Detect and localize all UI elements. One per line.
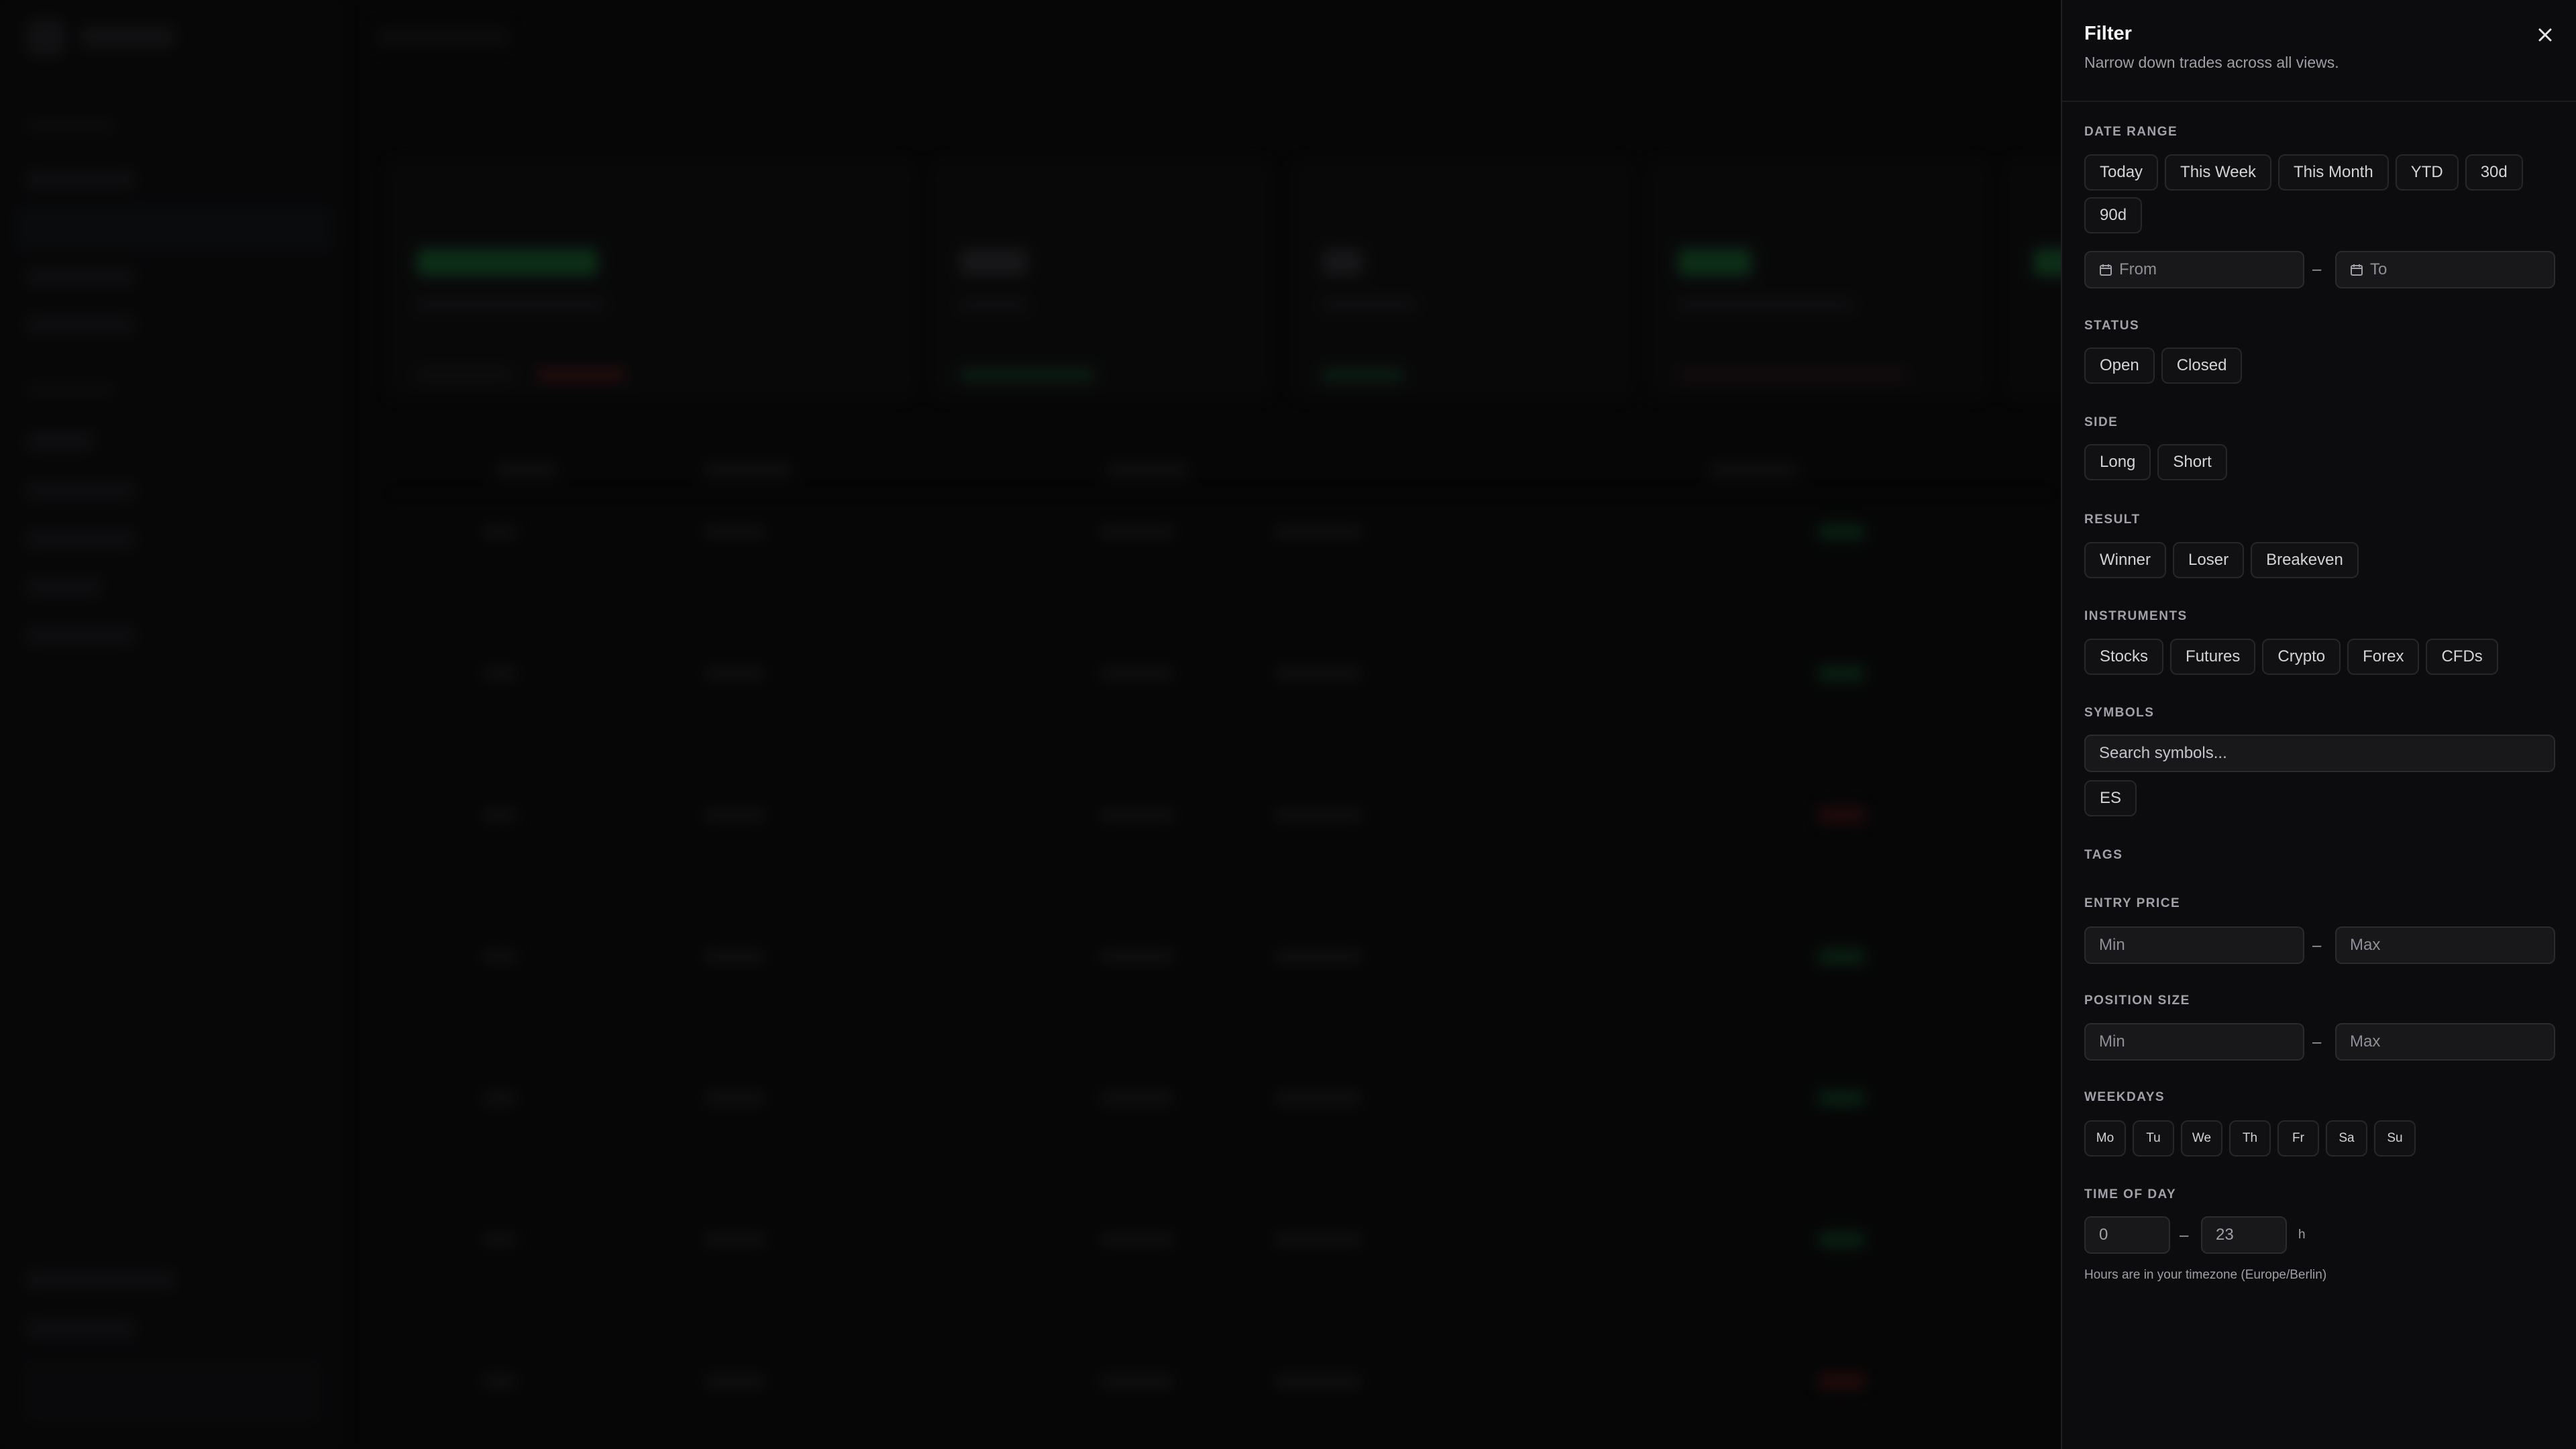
entry-price-min-input[interactable]: Min xyxy=(2084,926,2304,964)
time-from-value: 0 xyxy=(2099,1226,2108,1244)
filter-panel: Filter Narrow down trades across all vie… xyxy=(2061,0,2576,1449)
result-label: RESULT xyxy=(2084,513,2141,527)
date-from-input[interactable]: From xyxy=(2084,251,2304,288)
entry-price-min-placeholder: Min xyxy=(2099,936,2125,954)
symbols-label: SYMBOLS xyxy=(2084,706,2155,720)
weekday-tu-chip[interactable]: Tu xyxy=(2133,1120,2174,1157)
calendar-icon xyxy=(2099,263,2112,276)
time-unit: h xyxy=(2298,1228,2306,1242)
modal-overlay[interactable] xyxy=(0,0,2061,1449)
position-size-min-placeholder: Min xyxy=(2099,1032,2125,1051)
position-size-label: POSITION SIZE xyxy=(2084,994,2190,1008)
date-from-placeholder: From xyxy=(2119,260,2157,278)
close-icon xyxy=(2538,28,2552,42)
result-loser-chip[interactable]: Loser xyxy=(2173,542,2245,578)
side-label: SIDE xyxy=(2084,415,2118,429)
entry-price-max-placeholder: Max xyxy=(2350,936,2381,954)
entry-price-separator: – xyxy=(2312,936,2322,955)
instruments-label: INSTRUMENTS xyxy=(2084,609,2188,623)
position-size-max-input[interactable]: Max xyxy=(2335,1023,2555,1061)
close-button[interactable] xyxy=(2532,21,2559,48)
tags-label: TAGS xyxy=(2084,848,2123,862)
weekday-fr-chip[interactable]: Fr xyxy=(2277,1120,2319,1157)
status-closed-chip[interactable]: Closed xyxy=(2161,347,2243,384)
time-to-value: 23 xyxy=(2216,1226,2234,1244)
side-long-chip[interactable]: Long xyxy=(2084,444,2151,480)
date-to-input[interactable]: To xyxy=(2335,251,2555,288)
filter-title: Filter xyxy=(2084,23,2132,44)
side-short-chip[interactable]: Short xyxy=(2157,444,2227,480)
result-breakeven-chip[interactable]: Breakeven xyxy=(2251,542,2359,578)
time-from-input[interactable]: 0 xyxy=(2084,1216,2170,1254)
status-options: Open Closed xyxy=(2084,347,2554,384)
position-size-separator: – xyxy=(2312,1033,2322,1051)
entry-price-max-input[interactable]: Max xyxy=(2335,926,2555,964)
filter-panel-header: Filter Narrow down trades across all vie… xyxy=(2062,0,2576,102)
date-range-label: DATE RANGE xyxy=(2084,125,2178,139)
status-open-chip[interactable]: Open xyxy=(2084,347,2155,384)
instrument-cfds-chip[interactable]: CFDs xyxy=(2426,639,2498,675)
calendar-icon xyxy=(2350,263,2363,276)
filter-subtitle: Narrow down trades across all views. xyxy=(2084,54,2339,71)
instrument-crypto-chip[interactable]: Crypto xyxy=(2262,639,2341,675)
position-size-max-placeholder: Max xyxy=(2350,1032,2381,1051)
side-options: Long Short xyxy=(2084,444,2554,480)
instrument-options: Stocks Futures Crypto Forex CFDs xyxy=(2084,639,2554,675)
weekday-su-chip[interactable]: Su xyxy=(2374,1120,2416,1157)
entry-price-label: ENTRY PRICE xyxy=(2084,896,2181,910)
symbol-search-placeholder: Search symbols... xyxy=(2099,744,2227,762)
date-range-separator: – xyxy=(2312,260,2322,278)
symbol-es-chip[interactable]: ES xyxy=(2084,780,2137,816)
weekday-th-chip[interactable]: Th xyxy=(2229,1120,2271,1157)
timezone-hint: Hours are in your timezone (Europe/Berli… xyxy=(2084,1268,2327,1282)
position-size-min-input[interactable]: Min xyxy=(2084,1023,2304,1061)
time-to-input[interactable]: 23 xyxy=(2201,1216,2287,1254)
result-winner-chip[interactable]: Winner xyxy=(2084,542,2167,578)
date-preset-30d[interactable]: 30d xyxy=(2465,154,2523,191)
weekday-we-chip[interactable]: We xyxy=(2181,1120,2222,1157)
weekday-options: Mo Tu We Th Fr Sa Su xyxy=(2084,1120,2554,1157)
instrument-stocks-chip[interactable]: Stocks xyxy=(2084,639,2164,675)
date-preset-this-week[interactable]: This Week xyxy=(2165,154,2271,191)
symbol-search-input[interactable]: Search symbols... xyxy=(2084,735,2555,772)
time-of-day-label: TIME OF DAY xyxy=(2084,1187,2177,1201)
instrument-forex-chip[interactable]: Forex xyxy=(2347,639,2420,675)
date-range-presets: Today This Week This Month YTD 30d 90d xyxy=(2084,154,2527,233)
time-of-day-separator: – xyxy=(2180,1226,2189,1244)
status-label: STATUS xyxy=(2084,319,2140,333)
date-to-placeholder: To xyxy=(2370,260,2387,278)
weekday-sa-chip[interactable]: Sa xyxy=(2326,1120,2367,1157)
date-preset-90d[interactable]: 90d xyxy=(2084,197,2143,233)
date-preset-today[interactable]: Today xyxy=(2084,154,2159,191)
weekdays-label: WEEKDAYS xyxy=(2084,1090,2165,1104)
result-options: Winner Loser Breakeven xyxy=(2084,542,2554,578)
date-preset-this-month[interactable]: This Month xyxy=(2277,154,2389,191)
instrument-futures-chip[interactable]: Futures xyxy=(2170,639,2256,675)
symbol-options: ES xyxy=(2084,780,2554,816)
weekday-mo-chip[interactable]: Mo xyxy=(2084,1120,2126,1157)
date-preset-ytd[interactable]: YTD xyxy=(2395,154,2459,191)
